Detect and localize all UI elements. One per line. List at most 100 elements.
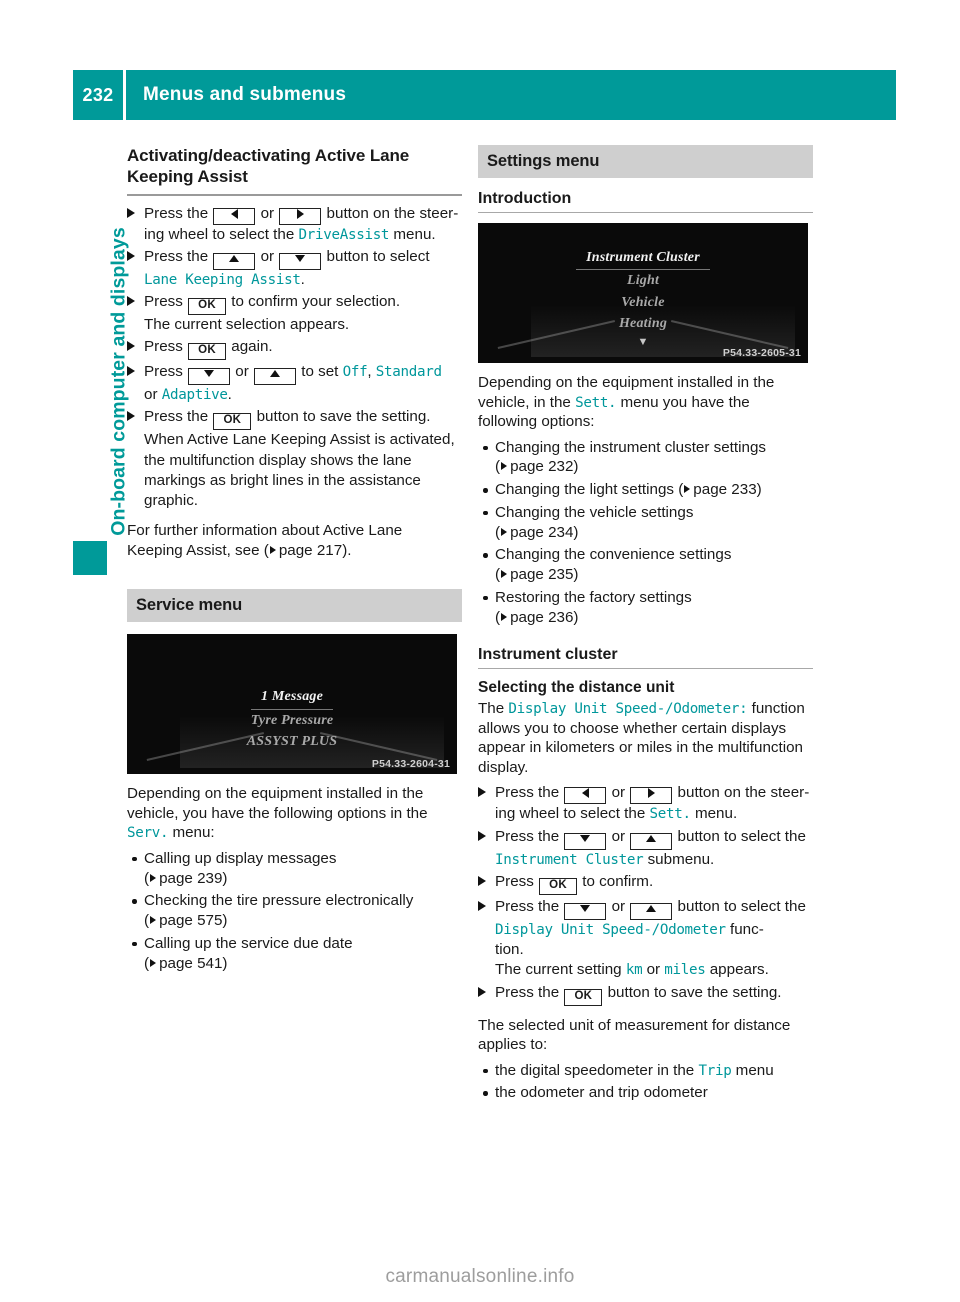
option-page-reference: (page 235) [495, 566, 579, 584]
left-step-list: Press the or button on the steer-ing whe… [127, 204, 462, 512]
text-run: tion. [495, 941, 524, 959]
text-run: The current selection appears. [144, 315, 350, 333]
figure-line: ASSYST PLUS [246, 733, 338, 749]
bullet-icon [132, 856, 137, 862]
text-run: , [367, 363, 376, 381]
step-continuation: The current selection appears. [144, 315, 462, 335]
settings-options-list: Changing the instrument cluster settings… [478, 438, 813, 628]
text-run: When Active Lane Keeping Assist is activ… [144, 431, 455, 510]
instruction-step: Press the or button on the steer-ing whe… [127, 204, 462, 245]
option-label: Changing the instrument cluster settings [495, 438, 766, 456]
page-title: Menus and submenus [126, 70, 896, 120]
step-bullet-icon [127, 207, 135, 218]
arrow-up-icon-glyph [229, 254, 240, 262]
arrow-up-icon [213, 252, 256, 270]
bullet-icon [483, 445, 488, 451]
step-bullet-icon [127, 366, 135, 377]
option-page-reference: (page 232) [495, 458, 579, 476]
page-header: 232 Menus and submenus [73, 70, 896, 120]
service-menu-name: Serv. [127, 825, 169, 842]
description-before: The [478, 700, 509, 718]
instruction-step: Press the OK button to save the setting.… [127, 407, 462, 511]
figure-line: Heating [618, 315, 668, 331]
arrow-down-icon [564, 902, 607, 920]
text-run: Press the [144, 204, 213, 222]
display-term: Instrument Cluster [495, 851, 644, 868]
arrow-down-icon-glyph [580, 904, 591, 912]
arrow-left-icon [564, 787, 607, 805]
figure-line: Tyre Pressure [250, 712, 334, 728]
option-page-reference: (page 575) [144, 912, 228, 930]
text-run: button on the steer- [322, 204, 459, 222]
step-bullet-icon [478, 787, 486, 798]
figure-reference-code: P54.33-2605-31 [722, 347, 801, 359]
page-ref-icon [501, 570, 508, 579]
text-run: button to select the [673, 897, 806, 915]
ok-key-icon: OK [188, 343, 227, 361]
applies-to-paragraph: The selected unit of measurement for dis… [478, 1016, 791, 1054]
settings-menu-screenshot: Instrument Cluster Light Vehicle Heating… [478, 223, 808, 363]
bullet-icon [132, 941, 137, 947]
step-continuation: ing wheel to select the DriveAssist menu… [144, 225, 462, 245]
display-term: Display Unit Speed-/Odometer [495, 921, 726, 938]
service-intro-paragraph: Depending on the equipment installed in … [127, 784, 462, 843]
page-ref-icon [269, 545, 276, 554]
arrow-left-icon-glyph [230, 208, 238, 219]
text-run: or [607, 827, 630, 845]
text-run: Press [144, 363, 188, 381]
page-ref-icon [501, 612, 508, 621]
service-options-list: Calling up display messages (page 239) Che… [127, 849, 462, 974]
right-step-list: Press the or button on the steer-ing whe… [478, 783, 813, 1006]
figure-line-selected: 1 Message [250, 686, 334, 710]
arrow-right-icon [279, 207, 322, 225]
option-list-item: Checking the tire pressure electronicall… [127, 891, 462, 931]
introduction-rule [478, 212, 813, 213]
text-run: Press [144, 338, 188, 356]
text-run: to confirm your selection. [227, 292, 401, 310]
page-ref-label: page 235 [510, 566, 574, 584]
distance-unit-subheading: Selecting the distance unit [478, 679, 675, 697]
text-run: submenu. [643, 850, 715, 868]
distance-unit-description: The Display Unit Speed-/Odometer: functi… [478, 699, 813, 777]
settings-menu-band: Settings menu [478, 145, 813, 178]
option-label: Changing the vehicle settings [495, 503, 694, 521]
bullet-icon [132, 899, 137, 904]
closing-before: For further information about Active Lan… [127, 522, 403, 559]
applies-text: the digital speedometer in the [495, 1061, 699, 1079]
step-bullet-icon [127, 411, 135, 422]
instrument-cluster-rule [478, 668, 813, 670]
option-list-item: Restoring the factory settings (page 236) [478, 588, 813, 628]
text-run: The current setting [495, 961, 626, 979]
text-run: button to select the [673, 827, 806, 845]
text-run: or [256, 204, 279, 222]
arrow-down-icon-glyph [295, 254, 306, 262]
text-run: Press [144, 292, 188, 310]
display-term: Sett. [649, 806, 692, 823]
text-run: button to save the setting. [252, 408, 431, 426]
page-ref-icon [501, 462, 508, 471]
page-ref-label: page 541 [159, 954, 223, 972]
ok-key-icon: OK [188, 297, 227, 315]
step-bullet-icon [127, 250, 135, 261]
arrow-right-icon-glyph [296, 208, 304, 219]
text-run: . [227, 386, 232, 404]
text-run: or [144, 386, 162, 404]
instruction-step: Press OK to confirm. [478, 872, 813, 895]
option-list-item: Changing the convenience settings (page 2… [478, 545, 813, 585]
text-run: Press the [144, 408, 213, 426]
instrument-cluster-heading: Instrument cluster [478, 646, 618, 664]
arrow-down-icon [188, 368, 231, 386]
page-ref-label: page 239 [159, 869, 223, 887]
display-term: DriveAssist [298, 226, 390, 243]
step-bullet-icon [478, 875, 486, 886]
display-term: miles [664, 962, 706, 979]
display-unit-function-name: Display Unit Speed-/Odometer: [508, 701, 748, 718]
page-ref-label: page 575 [159, 912, 223, 930]
text-run: button to save the setting. [603, 983, 782, 1001]
step-bullet-icon [127, 295, 135, 306]
text-run: Press the [495, 827, 564, 845]
bullet-icon [483, 488, 488, 493]
text-run: menu. [389, 225, 436, 243]
page-ref-label: page 236 [510, 608, 574, 626]
applies-text: the odometer and trip odometer [495, 1084, 708, 1102]
